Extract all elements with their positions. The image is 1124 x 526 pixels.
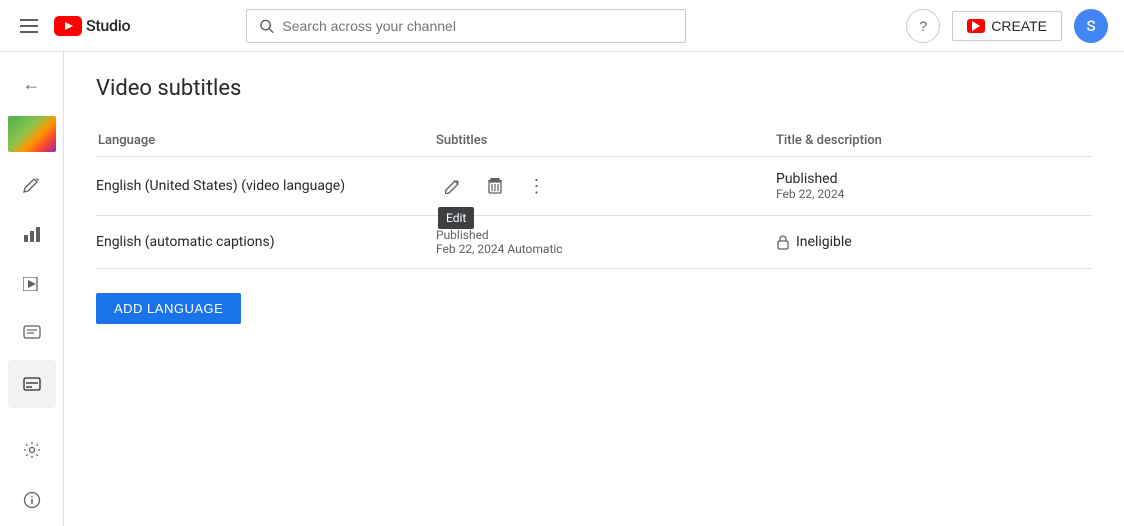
sidebar-item-videos[interactable] [8,260,56,308]
edit-tooltip: Edit [438,207,474,229]
settings-icon [23,441,41,459]
help-button[interactable]: ? [906,9,940,43]
auto-sub-status: Published [436,228,563,242]
row-subtitles-actions: Edit ⋮ [436,169,776,203]
info-icon [23,491,41,509]
add-language-button[interactable]: ADD LANGUAGE [96,293,241,324]
sidebar-item-back[interactable]: ← [8,60,56,108]
main-content: Video subtitles Language Subtitles Title… [64,52,1124,526]
auto-sub-info: Published Feb 22, 2024 Automatic [436,228,563,256]
video-thumbnail [8,116,56,152]
youtube-icon [54,16,82,36]
more-options-button[interactable]: ⋮ [520,169,554,203]
comments-icon [23,325,41,343]
sidebar-item-comments[interactable] [8,310,56,358]
table-row: English (United States) (video language)… [96,157,1092,216]
topbar-left: Studio [16,15,130,37]
publish-date: Feb 22, 2024 [776,187,1092,201]
edit-subtitle-button[interactable] [436,169,470,203]
table-row: English (automatic captions) Published F… [96,216,1092,269]
table-header: Language Subtitles Title & description [96,125,1092,157]
header-title-desc: Title & description [776,133,1092,148]
sidebar-item-thumbnail[interactable] [8,110,56,158]
sidebar-item-analytics[interactable] [8,210,56,258]
lock-icon [776,234,790,250]
search-icon [259,18,274,34]
create-button[interactable]: CREATE [952,11,1062,41]
search-input[interactable] [282,18,673,34]
ineligible-text: Ineligible [796,234,852,250]
analytics-icon [23,225,41,243]
subtitles-icon [23,375,41,393]
back-icon: ← [23,74,41,95]
hamburger-menu[interactable] [16,15,42,37]
row-title-status: Published Feb 22, 2024 [776,171,1092,201]
sidebar-item-settings[interactable] [8,426,56,474]
sidebar-item-subtitles[interactable] [8,360,56,408]
pencil-icon [445,178,461,194]
trash-icon [488,178,502,194]
topbar: Studio ? CREATE S [0,0,1124,52]
row-subtitles-auto-info: Published Feb 22, 2024 Automatic [436,228,776,256]
search-bar[interactable] [246,9,686,43]
ineligible-status: Ineligible [776,234,1092,250]
youtube-studio-logo[interactable]: Studio [54,16,130,36]
row-language-english-us: English (United States) (video language) [96,178,436,194]
status-published: Published [776,171,1092,187]
main-layout: ← [0,52,1124,526]
videos-icon [23,277,41,291]
sidebar: ← [0,52,64,526]
sidebar-item-info[interactable] [8,476,56,524]
row-title-ineligible: Ineligible [776,234,1092,250]
row-language-auto: English (automatic captions) [96,234,436,250]
topbar-right: ? CREATE S [906,9,1108,43]
create-video-icon [967,19,985,33]
page-title: Video subtitles [96,76,1092,101]
studio-label: Studio [86,16,130,35]
avatar[interactable]: S [1074,9,1108,43]
three-dots-icon: ⋮ [528,176,547,197]
delete-subtitle-button[interactable] [478,169,512,203]
sidebar-item-edit[interactable] [8,160,56,208]
header-language: Language [96,133,436,148]
header-subtitles: Subtitles [436,133,776,148]
auto-sub-date: Feb 22, 2024 Automatic [436,242,563,256]
edit-icon [23,175,41,193]
